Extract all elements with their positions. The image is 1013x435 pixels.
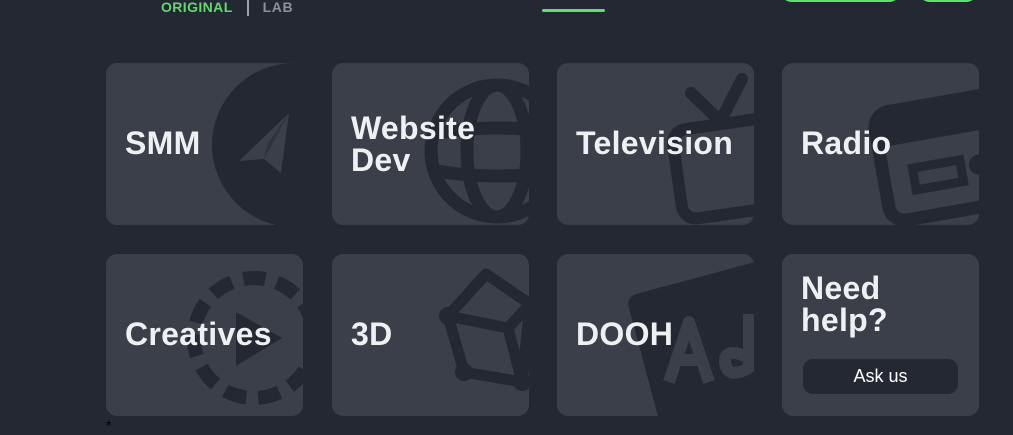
brand-switch: ORIGINAL LAB [161, 0, 293, 16]
active-nav-indicator [542, 9, 605, 12]
brand-original-link[interactable]: ORIGINAL [161, 0, 233, 15]
service-label: Radio [801, 125, 892, 161]
service-label: Creatives [125, 316, 272, 352]
service-label: Website Dev [351, 110, 476, 178]
service-label: 3D [351, 316, 393, 352]
service-card-dooh[interactable]: DOOH [557, 254, 754, 416]
header-button-primary[interactable] [780, 0, 901, 2]
services-page: ORIGINAL LAB SMM Website Dev Television … [0, 0, 1013, 435]
service-card-creatives[interactable]: Creatives [106, 254, 303, 416]
footnote-asterisk: * [106, 417, 112, 433]
ask-us-button[interactable]: Ask us [803, 359, 958, 394]
service-card-website-dev[interactable]: Website Dev [332, 63, 529, 225]
header-button-secondary[interactable] [918, 0, 978, 2]
help-card: Need help? Ask us [782, 254, 979, 416]
service-label: SMM [125, 125, 201, 161]
service-label: Television [576, 125, 734, 161]
brand-divider [246, 0, 249, 16]
service-card-smm[interactable]: SMM [106, 63, 303, 225]
brand-lab-link[interactable]: LAB [263, 0, 294, 15]
service-card-television[interactable]: Television [557, 63, 754, 225]
service-card-3d[interactable]: 3D [332, 254, 529, 416]
help-title: Need help? [801, 270, 888, 338]
service-label: DOOH [576, 316, 674, 352]
service-card-radio[interactable]: Radio [782, 63, 979, 225]
